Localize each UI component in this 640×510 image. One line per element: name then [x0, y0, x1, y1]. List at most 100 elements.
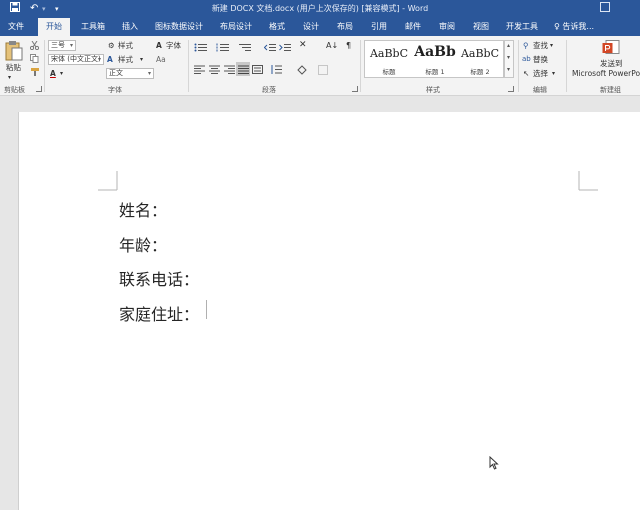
- styles-button-label[interactable]: 样式: [118, 40, 133, 51]
- document-line-age[interactable]: 年龄：: [119, 232, 167, 256]
- paragraph-group-label: 段落: [262, 86, 276, 94]
- font-color-icon[interactable]: A: [50, 68, 56, 79]
- tab-developer[interactable]: 开发工具: [502, 18, 542, 36]
- style-name: 标题: [382, 68, 396, 76]
- style-heading-1[interactable]: AaBb 标题 1: [413, 41, 457, 77]
- bullets-icon[interactable]: [194, 43, 208, 54]
- format-painter-icon[interactable]: [30, 67, 40, 79]
- tab-layout-design[interactable]: 布局设计: [214, 18, 258, 36]
- margin-mark-top-left: [98, 171, 118, 191]
- powerpoint-icon[interactable]: [602, 40, 620, 58]
- margin-mark-top-right: [578, 171, 598, 191]
- style-heading-2[interactable]: AaBbC 标题 2: [458, 41, 502, 77]
- editing-group-label: 编辑: [533, 86, 547, 94]
- tab-chart-design[interactable]: 图标数据设计: [150, 18, 208, 36]
- sort-icon[interactable]: A↓: [326, 40, 338, 51]
- tab-view[interactable]: 视图: [468, 18, 494, 36]
- group-separator: [518, 40, 519, 92]
- chevron-down-icon: ▾: [147, 70, 151, 77]
- chevron-up-icon[interactable]: ▴: [507, 42, 510, 49]
- justify-icon[interactable]: [236, 62, 250, 76]
- tab-toolbox[interactable]: 工具箱: [76, 18, 110, 36]
- tab-format[interactable]: 格式: [264, 18, 290, 36]
- chevron-down-icon[interactable]: ▾: [552, 68, 555, 79]
- align-center-icon[interactable]: [209, 65, 220, 76]
- style-box-combo[interactable]: 正文 ▾: [106, 68, 154, 79]
- text-effects-icon[interactable]: A: [107, 54, 113, 65]
- styles-gallery-scroll[interactable]: ▴ ▾ ▾: [504, 40, 514, 78]
- show-marks-icon[interactable]: ¶: [346, 40, 351, 51]
- styles-group-label: 样式: [426, 86, 440, 94]
- text-cursor: [206, 300, 207, 319]
- document-page[interactable]: 姓名： 年龄： 联系电话： 家庭住址：: [18, 112, 640, 510]
- style-title[interactable]: AaBbC 标题: [367, 41, 411, 77]
- style-sample: AaBbC: [460, 47, 500, 60]
- decrease-indent-icon[interactable]: [263, 43, 276, 54]
- document-line-address[interactable]: 家庭住址：: [119, 301, 199, 325]
- chevron-down-icon[interactable]: ▾: [550, 40, 553, 51]
- tab-layout[interactable]: 布局: [332, 18, 358, 36]
- font-name-combo[interactable]: 宋体 (中文正文) ▾: [48, 54, 104, 65]
- styles-button2-label[interactable]: 样式: [118, 54, 133, 65]
- line-spacing-icon[interactable]: [270, 65, 282, 76]
- font-icon[interactable]: A: [156, 40, 162, 51]
- increase-indent-icon[interactable]: [279, 43, 291, 54]
- replace-button[interactable]: 替换: [533, 54, 548, 65]
- style-sample: AaBbC: [369, 47, 409, 60]
- group-separator: [44, 40, 45, 92]
- tab-home[interactable]: 开始: [38, 18, 70, 36]
- chevron-down-icon: ▾: [97, 56, 101, 63]
- find-icon[interactable]: ⚲: [523, 40, 529, 51]
- styles-launcher-icon[interactable]: [508, 86, 514, 92]
- ribbon-display-options-icon[interactable]: [600, 2, 610, 12]
- font-button-label[interactable]: 字体: [166, 40, 181, 51]
- font-size-combo[interactable]: 三号 ▾: [48, 40, 76, 51]
- clipboard-group-label: 剪贴板: [4, 86, 25, 94]
- find-button[interactable]: 查找: [533, 40, 548, 51]
- chinese-layout-icon[interactable]: ✕: [299, 40, 307, 51]
- style-name: 标题 1: [425, 68, 445, 76]
- align-right-icon[interactable]: [224, 65, 235, 76]
- font-name-value: 宋体 (中文正文): [51, 55, 101, 63]
- clipboard-launcher-icon[interactable]: [36, 86, 42, 92]
- document-line-name[interactable]: 姓名：: [119, 197, 167, 221]
- title-bar: ↶ ▾ ▾ 新建 DOCX 文档.docx (用户上次保存的) [兼容模式] -…: [0, 0, 640, 18]
- send-to-line2[interactable]: Microsoft PowerPoint: [572, 68, 640, 79]
- align-left-icon[interactable]: [194, 65, 205, 76]
- chevron-down-icon[interactable]: ▾: [507, 54, 510, 61]
- mouse-pointer-icon: [489, 456, 499, 470]
- paste-dropdown-icon[interactable]: ▾: [8, 72, 11, 83]
- chevron-down-icon[interactable]: ▾: [140, 54, 143, 65]
- chevron-down-icon: ▾: [69, 42, 73, 49]
- tab-review[interactable]: 审阅: [434, 18, 460, 36]
- tab-insert[interactable]: 插入: [116, 18, 144, 36]
- paste-icon[interactable]: [5, 40, 23, 64]
- chevron-down-icon[interactable]: ▾: [60, 68, 63, 79]
- replace-icon[interactable]: ab: [522, 54, 531, 65]
- group-separator: [566, 40, 567, 92]
- borders-icon[interactable]: [318, 65, 328, 77]
- group-separator: [360, 40, 361, 92]
- cut-icon[interactable]: [29, 40, 40, 52]
- styles-pane-icon[interactable]: ⚙: [108, 40, 115, 51]
- tab-references[interactable]: 引用: [366, 18, 392, 36]
- ribbon-tabs: 文件 开始 工具箱 插入 图标数据设计 布局设计 格式 设计 布局 引用 邮件 …: [0, 18, 640, 36]
- style-name: 标题 2: [470, 68, 490, 76]
- more-styles-icon[interactable]: ▾: [507, 66, 510, 73]
- paragraph-launcher-icon[interactable]: [352, 86, 358, 92]
- tell-me-search[interactable]: ♀ 告诉我...: [554, 18, 594, 36]
- select-button[interactable]: 选择: [533, 68, 548, 79]
- window-title: 新建 DOCX 文档.docx (用户上次保存的) [兼容模式] - Word: [211, 4, 429, 13]
- distributed-icon[interactable]: [252, 65, 263, 76]
- tab-design[interactable]: 设计: [298, 18, 324, 36]
- select-icon[interactable]: ↖: [523, 68, 529, 79]
- shading-icon[interactable]: [296, 65, 308, 77]
- numbering-icon[interactable]: [216, 43, 230, 54]
- styles-gallery: AaBbC 标题 AaBb 标题 1 AaBbC 标题 2: [364, 40, 504, 78]
- tab-mailings[interactable]: 邮件: [400, 18, 426, 36]
- document-line-phone[interactable]: 联系电话：: [119, 266, 199, 290]
- tab-file[interactable]: 文件: [2, 18, 30, 36]
- multilevel-list-icon[interactable]: [238, 43, 252, 54]
- copy-icon[interactable]: [30, 54, 39, 65]
- change-case-label[interactable]: Aa: [156, 54, 166, 65]
